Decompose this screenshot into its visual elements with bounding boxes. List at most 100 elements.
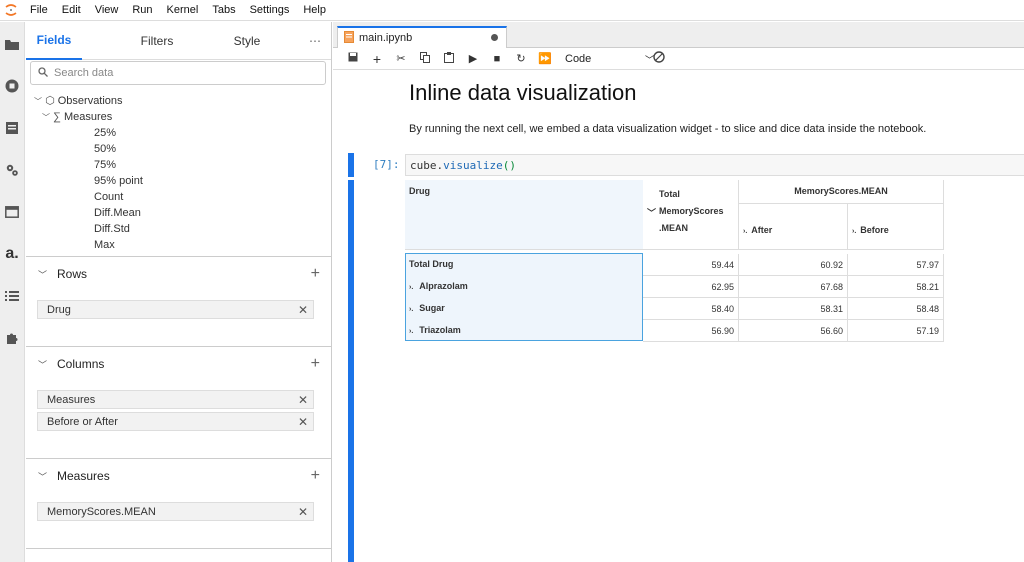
columns-header[interactable]: ﹀ Columns + xyxy=(26,347,332,381)
gears-icon[interactable] xyxy=(4,162,20,178)
close-icon[interactable]: ✕ xyxy=(298,505,308,519)
menu-view[interactable]: View xyxy=(95,4,119,16)
tree-measure-item[interactable]: 95% point xyxy=(34,173,143,189)
menu-run[interactable]: Run xyxy=(132,4,152,16)
close-icon[interactable]: ✕ xyxy=(298,415,308,429)
pivot-cell-total[interactable]: 59.44 xyxy=(643,254,739,276)
pivot-row-label[interactable]: Total Drug xyxy=(409,259,453,269)
rows-title: Rows xyxy=(57,267,88,281)
menu-edit[interactable]: Edit xyxy=(62,4,81,16)
pivot-table-widget[interactable]: Drug Total ﹀ MemoryScores .MEAN MemorySco… xyxy=(405,180,945,342)
add-cell-icon[interactable]: + xyxy=(365,51,389,67)
pivot-cell-after[interactable]: 56.60 xyxy=(739,320,848,342)
stop-circle-icon[interactable] xyxy=(4,78,20,94)
row-chip-drug[interactable]: Drug ✕ xyxy=(37,300,314,319)
save-icon[interactable] xyxy=(341,52,365,65)
pivot-cell-total[interactable]: 58.40 xyxy=(643,298,739,320)
close-icon[interactable]: ✕ xyxy=(298,303,308,317)
add-measure-icon[interactable]: + xyxy=(311,467,320,485)
total-header-line: .MEAN xyxy=(659,223,688,233)
tabs-icon[interactable] xyxy=(4,204,20,220)
pivot-row-label[interactable]: ›. Sugar xyxy=(409,303,445,313)
copy-icon[interactable] xyxy=(413,51,437,66)
stop-icon[interactable]: ■ xyxy=(485,53,509,65)
run-icon[interactable]: ▶ xyxy=(461,52,485,65)
tab-main-ipynb[interactable]: main.ipynb xyxy=(337,26,507,48)
cell-active-bar[interactable] xyxy=(348,153,354,177)
pivot-col-before[interactable]: ›. Before xyxy=(848,204,944,250)
tab-style[interactable]: Style xyxy=(212,22,282,60)
menu-settings[interactable]: Settings xyxy=(250,4,290,16)
tree-measure-item[interactable]: 25% xyxy=(34,125,143,141)
list-icon[interactable] xyxy=(4,288,20,304)
measures-section: ﹀ Measures + MemoryScores.MEAN ✕ xyxy=(26,458,332,548)
tree-measure-item[interactable]: Diff.Mean xyxy=(34,205,143,221)
measures-header[interactable]: ﹀ Measures + xyxy=(26,459,332,493)
pivot-total-header[interactable]: Total ﹀ MemoryScores .MEAN xyxy=(643,180,739,250)
menu-bar: File Edit View Run Kernel Tabs Settings … xyxy=(0,0,1024,21)
notebook-file-icon xyxy=(344,30,354,46)
chip-label: Measures xyxy=(47,393,96,406)
add-row-icon[interactable]: + xyxy=(311,265,320,283)
tree-measure-item[interactable]: 50% xyxy=(34,141,143,157)
chevron-down-icon: ﹀ xyxy=(38,471,48,482)
pivot-row-header[interactable]: Drug xyxy=(405,180,643,250)
column-chip-before-or-after[interactable]: Before or After ✕ xyxy=(37,412,314,431)
output-collapse-bar[interactable] xyxy=(348,180,354,562)
add-column-icon[interactable]: + xyxy=(311,355,320,373)
pivot-cell-before[interactable]: 58.48 xyxy=(848,298,944,320)
tab-fields[interactable]: Fields xyxy=(26,22,82,60)
tree-measure-item[interactable]: Count xyxy=(34,189,143,205)
pivot-group-header[interactable]: MemoryScores.MEAN xyxy=(739,180,944,204)
pivot-cell-after[interactable]: 60.92 xyxy=(739,254,848,276)
pivot-cell-after[interactable]: 58.31 xyxy=(739,298,848,320)
cell-type-select[interactable]: Code ﹀ xyxy=(565,53,654,65)
chevron-down-icon: ﹀ xyxy=(38,359,48,370)
pivot-row-label[interactable]: ›. Alprazolam xyxy=(409,281,468,291)
atoti-logo-icon[interactable]: a. xyxy=(4,245,20,262)
paste-icon[interactable] xyxy=(437,51,461,66)
expand-icon[interactable]: ›. xyxy=(409,328,413,335)
pivot-cell-before[interactable]: 57.97 xyxy=(848,254,944,276)
menu-kernel[interactable]: Kernel xyxy=(167,4,199,16)
sort-descending-icon[interactable]: ﹀ xyxy=(647,205,656,222)
tree-measure-item[interactable]: Max xyxy=(34,237,143,253)
measure-chip-memoryscores-mean[interactable]: MemoryScores.MEAN ✕ xyxy=(37,502,314,521)
folder-icon[interactable] xyxy=(4,36,20,52)
expand-icon[interactable]: ›. xyxy=(743,228,747,235)
close-icon[interactable]: ✕ xyxy=(298,393,308,407)
pivot-cell-after[interactable]: 67.68 xyxy=(739,276,848,298)
tree-item-observations[interactable]: ﹀ ⬡ Observations xyxy=(34,93,143,109)
menu-help[interactable]: Help xyxy=(303,4,326,16)
tree-measure-item[interactable]: Diff.Std xyxy=(34,221,143,237)
commands-icon[interactable] xyxy=(4,120,20,136)
pivot-cell-total[interactable]: 56.90 xyxy=(643,320,739,342)
code-editor[interactable]: cube.visualize() xyxy=(405,154,1024,176)
pivot-cell-before[interactable]: 58.21 xyxy=(848,276,944,298)
tab-title: main.ipynb xyxy=(359,32,413,44)
pivot-cell-total[interactable]: 62.95 xyxy=(643,276,739,298)
field-tree: ﹀ ⬡ Observations ﹀ ∑ Measures 25% 50% 75… xyxy=(34,93,143,253)
fast-forward-icon[interactable]: ⏩ xyxy=(533,52,557,65)
more-options-icon[interactable]: ⋯ xyxy=(305,22,325,60)
unsaved-dot-icon[interactable] xyxy=(491,34,498,41)
markdown-heading: Inline data visualization xyxy=(409,80,637,105)
tree-item-measures[interactable]: ﹀ ∑ Measures xyxy=(34,109,143,125)
atoti-side-panel: Fields Filters Style ⋯ Search data ﹀ ⬡ O… xyxy=(26,22,332,562)
search-input[interactable]: Search data xyxy=(30,61,326,85)
tree-measure-item[interactable]: 75% xyxy=(34,157,143,173)
pivot-col-after[interactable]: ›. After xyxy=(739,204,848,250)
menu-file[interactable]: File xyxy=(30,4,48,16)
tab-filters[interactable]: Filters xyxy=(102,22,212,60)
expand-icon[interactable]: ›. xyxy=(409,306,413,313)
expand-icon[interactable]: ›. xyxy=(409,284,413,291)
menu-tabs[interactable]: Tabs xyxy=(212,4,235,16)
rows-header[interactable]: ﹀ Rows + xyxy=(26,257,332,291)
restart-icon[interactable]: ↻ xyxy=(509,52,533,65)
puzzle-extension-icon[interactable] xyxy=(4,330,20,346)
expand-icon[interactable]: ›. xyxy=(852,228,856,235)
cut-icon[interactable]: ✂ xyxy=(389,52,413,65)
column-chip-measures[interactable]: Measures ✕ xyxy=(37,390,314,409)
pivot-row-label[interactable]: ›. Triazolam xyxy=(409,325,461,335)
pivot-cell-before[interactable]: 57.19 xyxy=(848,320,944,342)
